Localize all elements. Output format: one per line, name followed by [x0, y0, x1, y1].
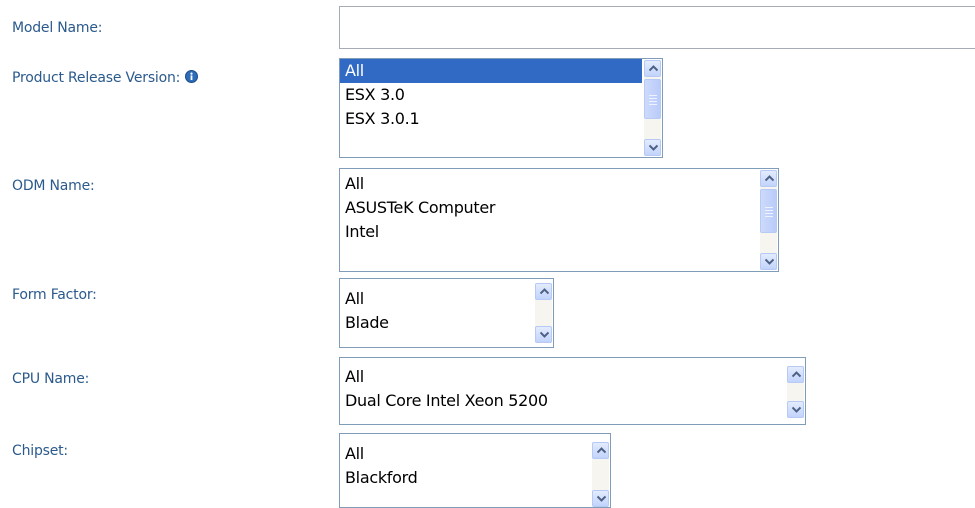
scroll-thumb[interactable] — [760, 189, 777, 233]
scroll-up-icon[interactable] — [592, 442, 609, 459]
odm-name-option[interactable]: ASUSTeK Computer — [340, 196, 758, 220]
form-factor-listbox[interactable]: All Blade — [339, 278, 554, 348]
odm-name-scrollbar[interactable] — [760, 170, 777, 270]
scroll-thumb[interactable] — [644, 79, 661, 119]
scroll-down-icon[interactable] — [760, 253, 777, 270]
scroll-up-icon[interactable] — [760, 170, 777, 187]
model-name-label: Model Name: — [12, 20, 103, 36]
chipset-scrollbar[interactable] — [592, 442, 609, 507]
chipset-option[interactable]: Blackford — [340, 466, 590, 490]
scroll-down-icon[interactable] — [644, 139, 661, 156]
odm-name-listbox[interactable]: All ASUSTeK Computer Intel — [339, 168, 779, 272]
info-icon[interactable] — [185, 70, 199, 83]
scroll-down-icon[interactable] — [592, 490, 609, 507]
cpu-name-scrollbar[interactable] — [787, 366, 804, 418]
form-factor-label: Form Factor: — [12, 287, 97, 303]
chipset-option[interactable]: All — [340, 442, 590, 466]
form-factor-option[interactable]: Blade — [340, 311, 533, 335]
product-release-version-option[interactable]: ESX 3.0.1 — [340, 107, 642, 131]
scroll-up-icon[interactable] — [535, 283, 552, 300]
cpu-name-label: CPU Name: — [12, 371, 90, 387]
cpu-name-option[interactable]: Dual Core Intel Xeon 5200 — [340, 389, 785, 413]
form-factor-scrollbar[interactable] — [535, 283, 552, 343]
scroll-up-icon[interactable] — [644, 60, 661, 77]
odm-name-option[interactable]: Intel — [340, 220, 758, 244]
cpu-name-option[interactable]: All — [340, 365, 785, 389]
odm-name-label: ODM Name: — [12, 178, 95, 194]
odm-name-option[interactable]: All — [340, 172, 758, 196]
scroll-down-icon[interactable] — [787, 401, 804, 418]
scroll-up-icon[interactable] — [787, 366, 804, 383]
scroll-down-icon[interactable] — [535, 326, 552, 343]
product-release-version-listbox[interactable]: All ESX 3.0 ESX 3.0.1 — [339, 58, 663, 158]
chipset-listbox[interactable]: All Blackford — [339, 433, 611, 508]
product-release-version-label: Product Release Version: — [12, 70, 199, 86]
chipset-label: Chipset: — [12, 443, 68, 459]
product-release-version-scrollbar[interactable] — [644, 60, 661, 156]
form-factor-option[interactable]: All — [340, 287, 533, 311]
cpu-name-listbox[interactable]: All Dual Core Intel Xeon 5200 — [339, 357, 806, 425]
product-release-version-option[interactable]: ESX 3.0 — [340, 83, 642, 107]
model-name-input[interactable] — [339, 6, 975, 49]
product-release-version-label-text: Product Release Version: — [12, 70, 181, 86]
product-release-version-option[interactable]: All — [340, 59, 642, 83]
